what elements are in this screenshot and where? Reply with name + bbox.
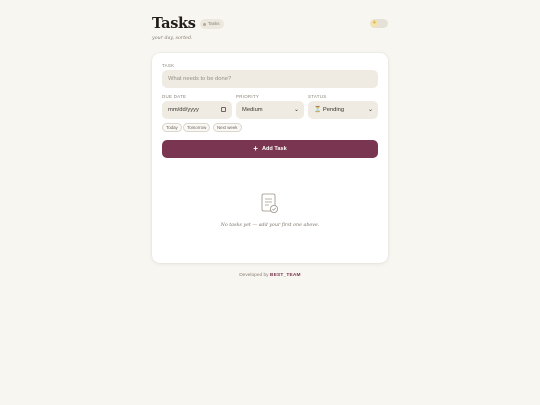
tasks-badge: Tasks: [200, 19, 224, 29]
status-select[interactable]: ⏳ Pending ⌄: [308, 101, 378, 119]
theme-toggle[interactable]: ☀: [370, 19, 388, 28]
due-date-input[interactable]: mm/dd/yyyy: [162, 101, 232, 119]
page-header: Tasks . Tasks your day, sorted. ☀: [152, 15, 388, 45]
badge-label: Tasks: [208, 21, 220, 26]
chevron-down-icon: ⌄: [367, 107, 373, 113]
task-label: TASK: [162, 63, 175, 68]
priority-value: Medium: [242, 107, 263, 113]
sun-icon: ☀: [371, 20, 378, 27]
calendar-icon[interactable]: [221, 107, 226, 112]
chip-next-week[interactable]: Next week: [213, 123, 242, 132]
status-value: ⏳ Pending: [314, 107, 345, 113]
chip-tomorrow[interactable]: Tomorrow: [183, 123, 211, 132]
priority-label: PRIORITY: [236, 94, 260, 99]
clipboard-check-icon: [261, 193, 278, 213]
add-task-label: Add Task: [261, 146, 287, 152]
add-task-button[interactable]: + Add Task: [162, 140, 378, 158]
page-title: Tasks .: [152, 15, 206, 32]
footer: Developed by BEST_TEAM: [0, 273, 540, 278]
footer-team[interactable]: BEST_TEAM: [270, 273, 301, 278]
chip-today[interactable]: Today: [162, 123, 182, 132]
badge-dot-icon: [203, 22, 206, 26]
status-label: STATUS: [308, 94, 327, 99]
empty-state-message: No tasks yet — add your first one above.: [220, 223, 320, 228]
chevron-down-icon: ⌄: [293, 107, 299, 113]
priority-select[interactable]: Medium ⌄: [236, 101, 304, 119]
due-date-value: mm/dd/yyyy: [168, 107, 199, 113]
task-input-placeholder: What needs to be done?: [168, 76, 232, 82]
plus-icon: +: [253, 144, 258, 153]
task-input[interactable]: What needs to be done?: [162, 70, 378, 88]
due-date-label: DUE DATE: [162, 94, 187, 99]
footer-prefix: Developed by: [239, 273, 269, 278]
task-card: TASK What needs to be done? DUE DATE mm/…: [152, 53, 388, 263]
page-subtitle: your day, sorted.: [152, 36, 193, 41]
